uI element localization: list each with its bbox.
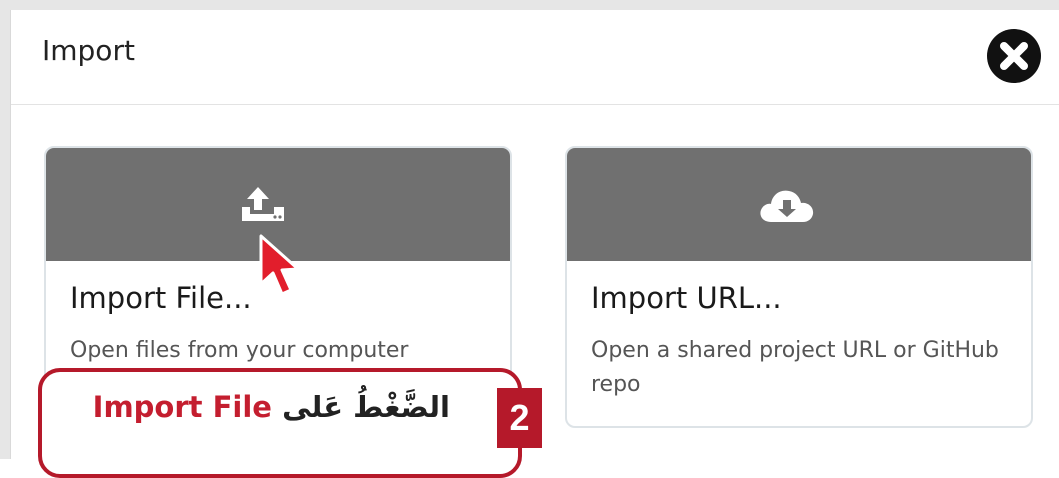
card-description: Open a shared project URL or GitHub repo — [591, 338, 999, 397]
card-title: Import URL... — [591, 281, 782, 315]
upload-icon — [242, 187, 284, 221]
callout-highlight: Import File — [92, 390, 272, 424]
close-icon — [1000, 42, 1028, 70]
dialog-header: Import — [11, 10, 1059, 105]
instruction-callout: الضَّغْطُ عَلى Import File — [38, 368, 522, 478]
callout-text: الضَّغْطُ عَلى Import File — [93, 390, 450, 424]
mouse-cursor-icon — [259, 234, 300, 296]
close-button[interactable] — [987, 29, 1041, 83]
dialog-title: Import — [42, 34, 135, 67]
cloud-download-icon — [760, 190, 814, 222]
card-title: Import File... — [70, 281, 252, 315]
card-description: Open files from your computer — [70, 338, 409, 363]
import-url-card[interactable]: Import URL... Open a shared project URL … — [565, 146, 1033, 428]
card-banner — [567, 148, 1031, 261]
step-number-badge: 2 — [497, 388, 542, 448]
callout-arabic-text: الضَّغْطُ عَلى — [282, 390, 450, 424]
